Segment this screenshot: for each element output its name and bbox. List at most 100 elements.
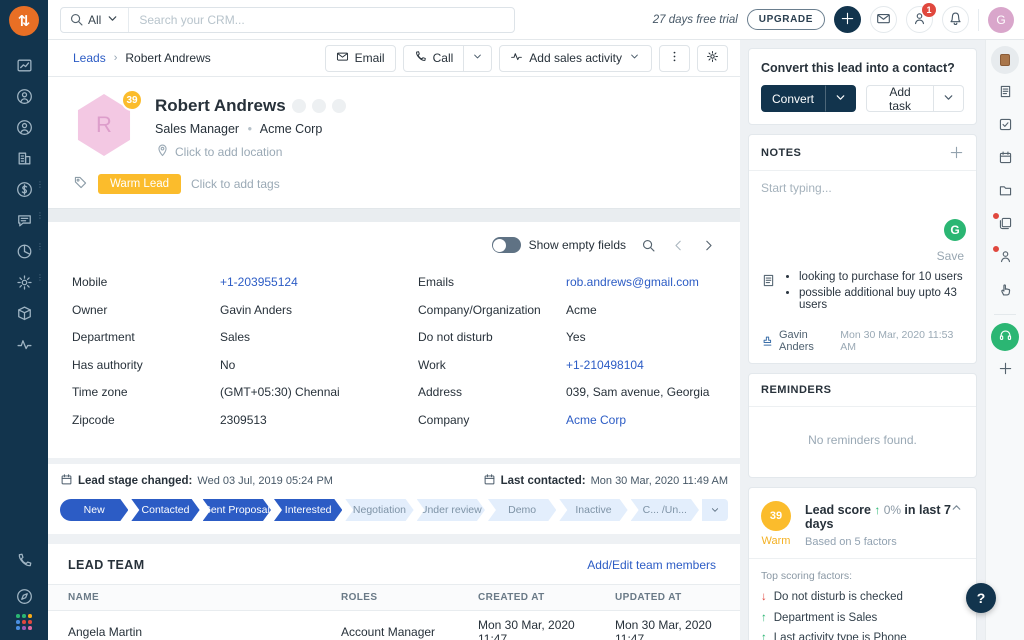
note-item[interactable]: looking to purchase for 10 users possible… [749, 267, 976, 323]
table-cell: Mon 30 Mar, 2020 11:47 ... [478, 617, 575, 640]
add-task-button[interactable]: Add task [866, 85, 934, 113]
stage-interested[interactable]: Interested [274, 499, 342, 521]
field-value[interactable]: rob.andrews@gmail.com [566, 275, 699, 289]
sidebar-item-leads[interactable] [0, 81, 48, 112]
grammar-assistant-icon[interactable]: G [944, 219, 966, 241]
field-row-emails[interactable]: Emails rob.andrews@gmail.com [418, 275, 716, 289]
add-widget-button[interactable] [991, 356, 1019, 384]
convert-button[interactable]: Convert [761, 85, 826, 112]
warm-lead-tag[interactable]: Warm Lead [98, 174, 182, 194]
sidebar-item-reports[interactable]: ⋮ [0, 236, 48, 267]
tasks-panel-button[interactable] [991, 112, 1019, 140]
stage-under-review[interactable]: Under review [417, 499, 485, 521]
linkedin-icon[interactable] [331, 99, 346, 113]
call-dropdown-button[interactable] [464, 44, 493, 72]
search-input[interactable] [129, 12, 514, 27]
calendar-icon [483, 473, 496, 489]
save-note-button[interactable]: Save [937, 249, 964, 263]
field-row-mobile[interactable]: Mobile +1-203955124 [72, 275, 394, 289]
field-value[interactable]: +1-210498104 [566, 358, 644, 372]
activity-icon [510, 50, 523, 66]
call-button[interactable]: Call [402, 44, 465, 72]
field-row-has-authority[interactable]: Has authority No [72, 358, 394, 372]
sidebar-item-deals[interactable]: ⋮ [0, 174, 48, 205]
upgrade-button[interactable]: UPGRADE [746, 9, 825, 30]
calendar-panel-button[interactable] [991, 145, 1019, 173]
search-fields-icon[interactable] [641, 238, 656, 253]
help-button[interactable]: ? [966, 583, 996, 613]
active-widget-button[interactable] [991, 46, 1019, 74]
add-tags-field[interactable]: Click to add tags [191, 177, 280, 191]
field-row-time-zone[interactable]: Time zone (GMT+05:30) Chennai [72, 385, 394, 399]
sidebar-item-phone[interactable] [0, 542, 48, 578]
field-value[interactable]: +1-203955124 [220, 275, 298, 289]
sidebar-item-accounts[interactable] [0, 143, 48, 174]
sidebar-item-settings[interactable]: ⋮ [0, 267, 48, 298]
notes-panel-button[interactable] [991, 79, 1019, 107]
facebook-icon[interactable] [291, 99, 306, 113]
stage-new[interactable]: New [60, 499, 128, 521]
search-scope-dropdown[interactable]: All [61, 7, 130, 32]
field-row-company[interactable]: Company Acme Corp [418, 413, 716, 427]
field-row-company-organization[interactable]: Company/Organization Acme [418, 303, 716, 317]
field-row-zipcode[interactable]: Zipcode 2309513 [72, 413, 394, 427]
contact-alert-panel-button[interactable] [991, 244, 1019, 272]
stage-contacted[interactable]: Contacted [131, 499, 199, 521]
collapse-chevron-icon[interactable] [949, 500, 964, 518]
stack-icon [998, 216, 1013, 234]
add-edit-team-members-link[interactable]: Add/Edit team members [587, 558, 716, 572]
column-header-roles[interactable]: ROLES [321, 592, 458, 603]
add-sales-activity-button[interactable]: Add sales activity [499, 44, 652, 72]
next-record-button[interactable] [701, 238, 716, 253]
app-switcher-icon[interactable] [16, 614, 32, 630]
field-row-department[interactable]: Department Sales [72, 330, 394, 344]
column-header-created-at[interactable]: CREATED AT [458, 592, 595, 603]
add-location-field[interactable]: Click to add location [155, 143, 346, 161]
duplicates-panel-button[interactable] [991, 211, 1019, 239]
column-header-updated-at[interactable]: UPDATED AT [595, 592, 740, 603]
show-empty-fields-toggle[interactable] [491, 237, 521, 253]
quick-add-button[interactable] [834, 6, 861, 33]
freshworks-logo-icon[interactable]: ⇅ [9, 6, 39, 36]
column-header-name[interactable]: NAME [48, 592, 321, 603]
activity-feed-button[interactable]: 1 [906, 3, 936, 33]
sidebar-item-products[interactable] [0, 298, 48, 329]
sidebar-item-sales-activities[interactable] [0, 329, 48, 360]
field-value: No [220, 357, 236, 372]
lead-avatar: R 39 [73, 89, 143, 156]
support-button[interactable] [991, 323, 1019, 351]
stage-demo[interactable]: Demo [488, 499, 556, 521]
note-input-area[interactable]: Start typing... G Save [749, 171, 976, 267]
stage-inactive[interactable]: Inactive [559, 499, 627, 521]
add-task-dropdown-button[interactable] [934, 85, 964, 112]
stage-pipeline: New Contacted Sent Proposal Interested Negot… [60, 499, 728, 521]
email-button[interactable]: Email [324, 44, 396, 72]
sidebar-item-contacts[interactable] [0, 112, 48, 143]
add-note-icon[interactable] [949, 145, 964, 160]
sidebar-item-conversations[interactable]: ⋮ [0, 205, 48, 236]
breadcrumb-leads-link[interactable]: Leads [73, 51, 106, 65]
stage-dropdown-button[interactable] [701, 499, 728, 521]
prev-record-button[interactable] [671, 238, 686, 253]
twitter-icon[interactable] [311, 99, 326, 113]
user-avatar[interactable]: G [988, 6, 1014, 33]
field-row-owner[interactable]: Owner Gavin Anders [72, 303, 394, 317]
sidebar-item-explore[interactable] [0, 578, 48, 614]
reports-icon [16, 243, 33, 260]
convert-dropdown-button[interactable] [825, 85, 857, 112]
field-row-work[interactable]: Work +1-210498104 [418, 358, 716, 372]
email-inbox-button[interactable] [870, 6, 897, 33]
field-row-address[interactable]: Address 039, Sam avenue, Georgia [418, 385, 716, 399]
table-row[interactable]: Angela Martin Account Manager Mon 30 Mar, … [48, 611, 740, 640]
files-panel-button[interactable] [991, 178, 1019, 206]
field-value[interactable]: Acme Corp [566, 413, 626, 427]
more-actions-button[interactable] [659, 44, 690, 72]
stage-sent-proposal[interactable]: Sent Proposal [203, 499, 271, 521]
stage-negotiation[interactable]: Negotiation [345, 499, 413, 521]
stage-c-un[interactable]: C... /Un... [631, 499, 699, 521]
engagement-panel-button[interactable] [991, 277, 1019, 305]
notifications-button[interactable] [942, 6, 969, 33]
page-settings-button[interactable] [697, 44, 728, 72]
field-row-do-not-disturb[interactable]: Do not disturb Yes [418, 330, 716, 344]
sidebar-item-dashboard[interactable] [0, 50, 48, 81]
